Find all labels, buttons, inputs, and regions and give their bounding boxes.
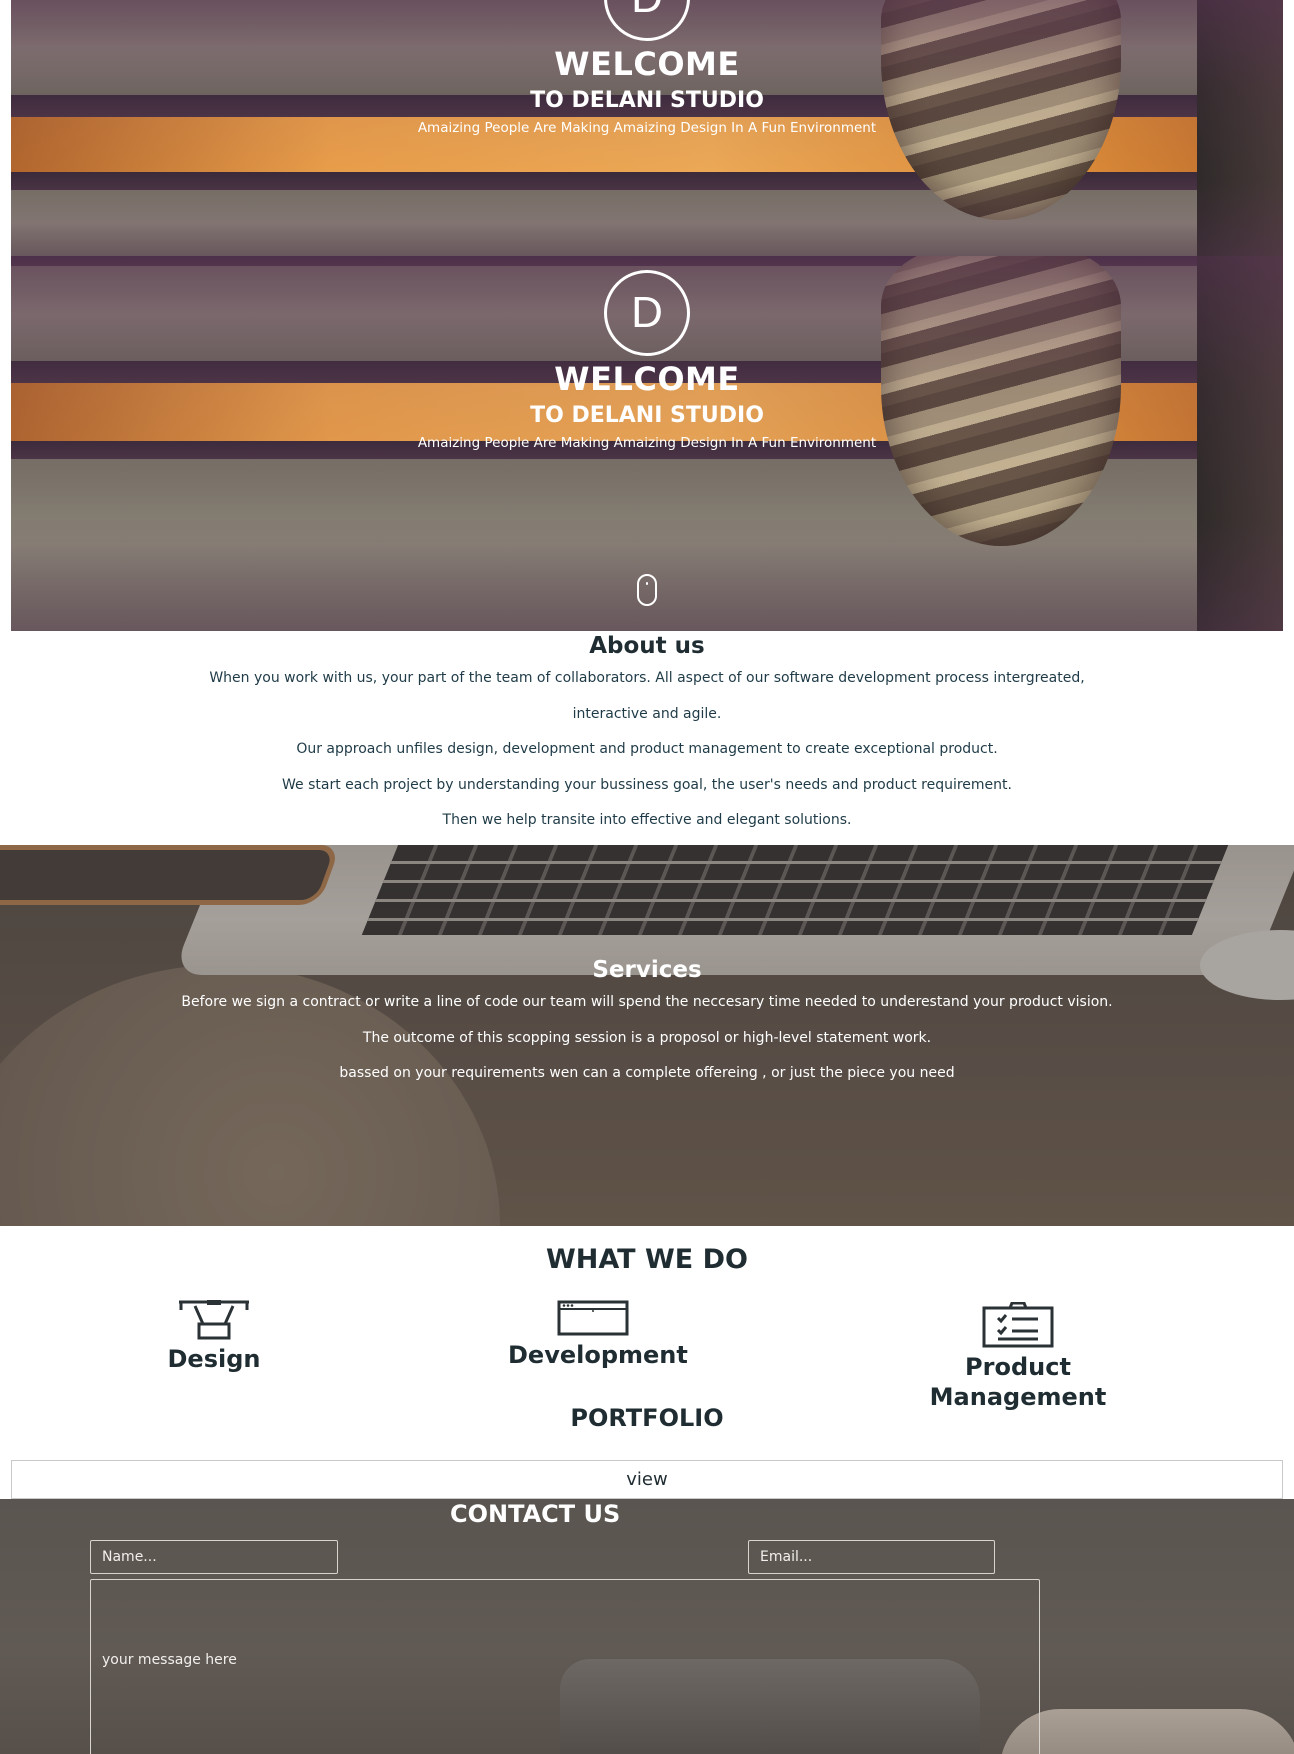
service-product-management-label: Product Management — [929, 1353, 1107, 1411]
services-content: Services Before we sign a contract or wr… — [0, 955, 1294, 1092]
wood-gap — [11, 172, 1283, 190]
hero-welcome: WELCOME — [554, 360, 740, 398]
drone-icon — [179, 1300, 249, 1340]
portfolio-view-button[interactable]: view — [11, 1460, 1283, 1499]
portfolio-title: PORTFOLIO — [570, 1404, 724, 1432]
services-paragraph: The outcome of this scopping session is … — [362, 1029, 932, 1046]
name-field[interactable] — [90, 1540, 338, 1574]
hero-welcome: WELCOME — [554, 45, 740, 83]
services-paragraph: Before we sign a contract or write a lin… — [181, 994, 1113, 1010]
browser-window-icon — [557, 1300, 629, 1336]
about-paragraph: Then we help transite into effective and… — [442, 812, 852, 828]
hero-banner-main: D WELCOME TO DELANI STUDIO Amaizing Peop… — [11, 256, 1283, 631]
hero-studio-name: TO DELANI STUDIO — [530, 403, 764, 428]
contact-title: CONTACT US — [450, 1500, 621, 1528]
services-title: Services — [592, 957, 702, 983]
hero-content: D WELCOME TO DELANI STUDIO Amaizing Peop… — [11, 0, 1283, 137]
about-paragraph: Our approach unfiles design, development… — [296, 741, 998, 757]
about-paragraph: We start each project by understanding y… — [282, 776, 1012, 793]
logo-circle[interactable]: D — [604, 270, 690, 356]
services-paragraph: bassed on your requirements wen can a co… — [339, 1065, 955, 1081]
service-design[interactable]: Design — [160, 1298, 268, 1374]
services-section: Services Before we sign a contract or wr… — [0, 845, 1294, 1226]
wood-slat — [11, 190, 1283, 256]
about-title: About us — [589, 633, 705, 659]
what-we-do-title: WHAT WE DO — [546, 1244, 748, 1275]
message-field[interactable] — [90, 1579, 1040, 1754]
hero-studio-name: TO DELANI STUDIO — [530, 88, 764, 113]
logo-circle[interactable]: D — [604, 0, 690, 41]
email-field[interactable] — [748, 1540, 995, 1574]
what-we-do-section: WHAT WE DO Design Development Product Ma… — [0, 1226, 1294, 1496]
hero-tagline: Amaizing People Are Making Amaizing Desi… — [417, 120, 877, 136]
hero-content: D WELCOME TO DELANI STUDIO Amaizing Peop… — [11, 270, 1283, 452]
service-development[interactable]: Development — [508, 1300, 688, 1370]
hero-tagline: Amaizing People Are Making Amaizing Desi… — [417, 435, 877, 451]
service-design-label: Design — [167, 1345, 261, 1373]
service-product-management[interactable]: Product Management — [890, 1301, 1146, 1412]
clipboard-checklist-icon — [982, 1301, 1054, 1348]
contact-section: CONTACT US — [0, 1499, 1294, 1754]
hero-banner-top: D WELCOME TO DELANI STUDIO Amaizing Peop… — [11, 0, 1283, 256]
about-paragraph: When you work with us, your part of the … — [209, 670, 1085, 722]
about-section: About us When you work with us, your par… — [0, 631, 1294, 839]
scroll-down-mouse-icon[interactable] — [637, 574, 657, 606]
typewriter-image — [1000, 1709, 1294, 1754]
service-development-label: Development — [508, 1341, 688, 1369]
